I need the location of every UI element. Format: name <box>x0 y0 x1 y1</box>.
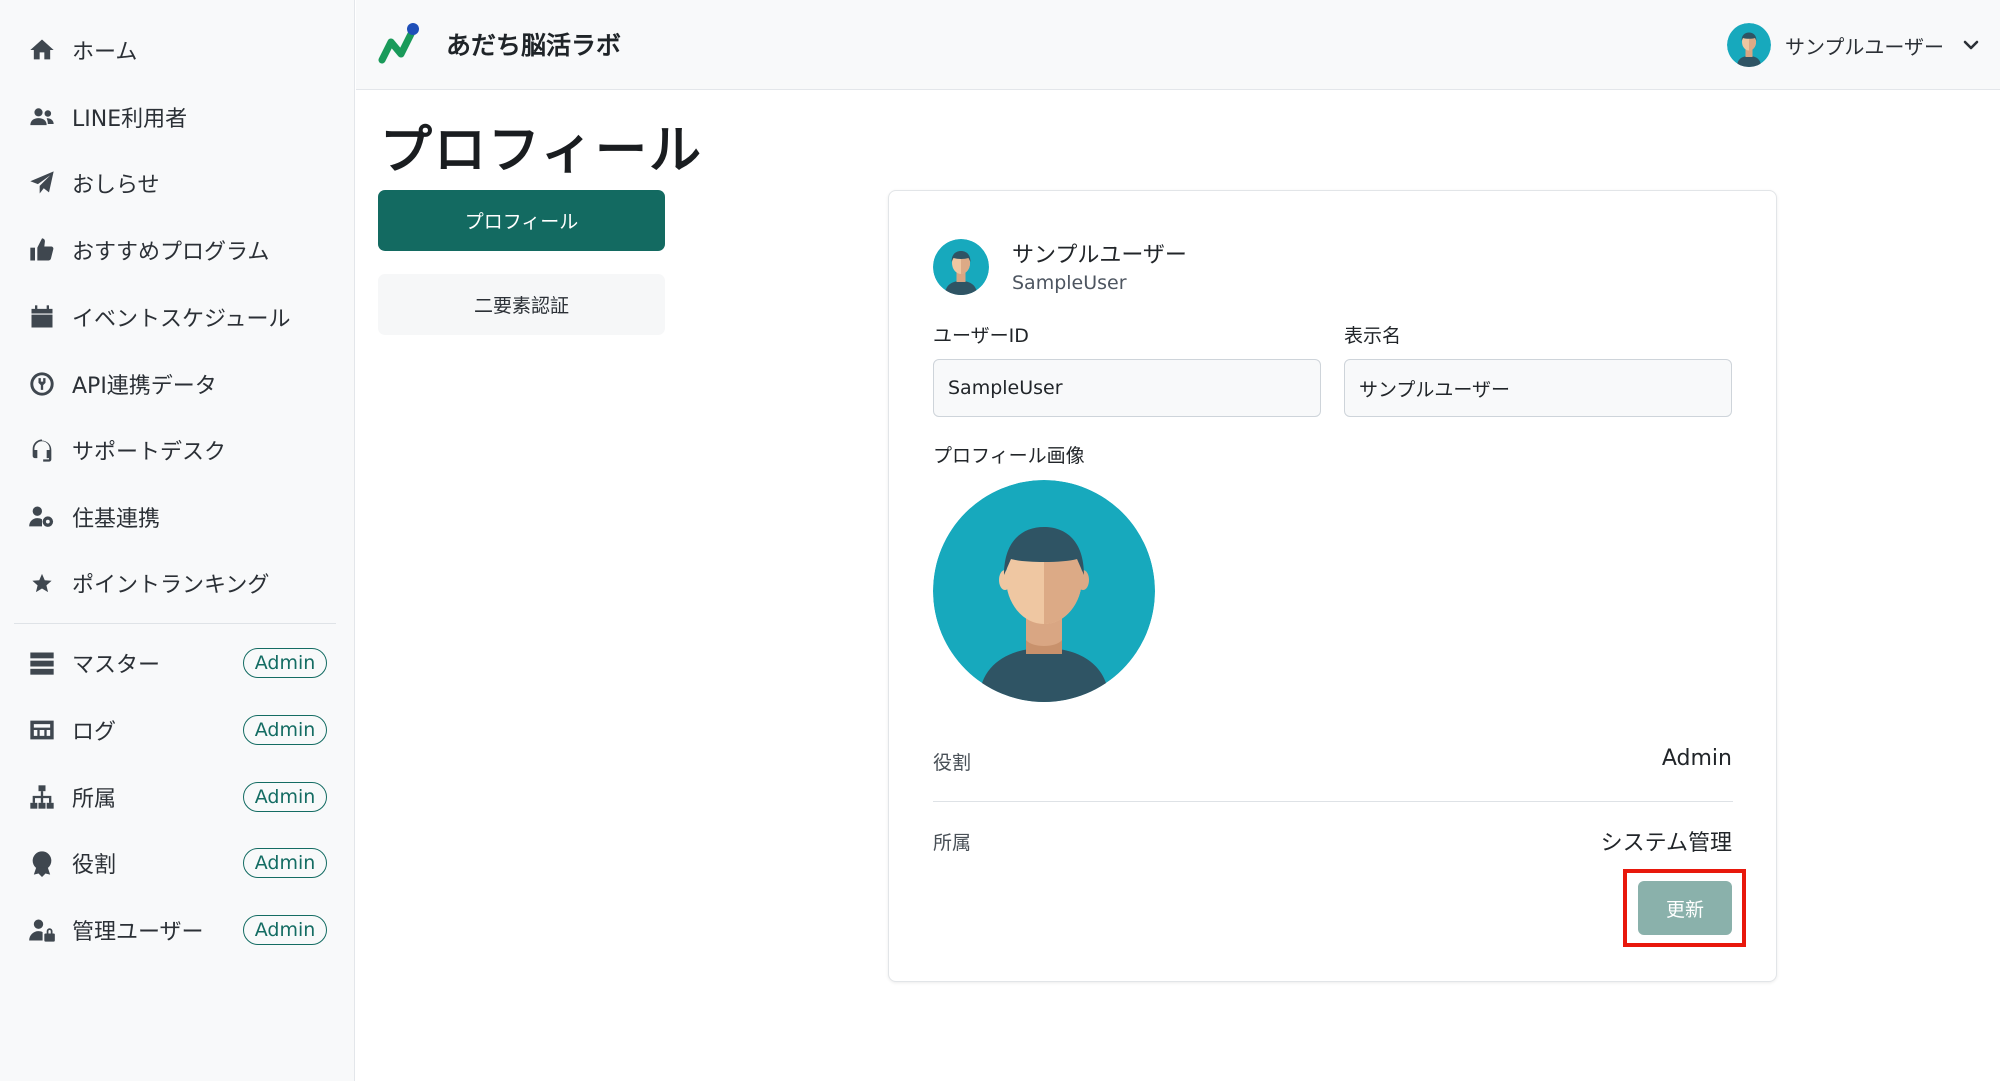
display-name-field[interactable] <box>1344 359 1732 417</box>
affiliation-value: システム管理 <box>1600 831 1732 856</box>
admin-badge: Admin <box>243 782 327 812</box>
role-label: 役割 <box>933 752 972 774</box>
profile-user-id: SampleUser <box>1012 272 1127 294</box>
admin-badge: Admin <box>243 715 327 745</box>
sidebar-item-label: おしらせ <box>72 173 160 198</box>
star-icon <box>26 567 58 599</box>
sidebar-item-label: ポイントランキング <box>72 573 270 598</box>
affiliation-label: 所属 <box>933 832 972 854</box>
sidebar: ホーム LINE利用者 おしらせ おすすめプログラム イベントスケジュール AP… <box>0 0 355 1081</box>
sidebar-item-recommended-programs[interactable]: おすすめプログラム <box>0 222 355 278</box>
user-avatar <box>1727 23 1771 67</box>
sidebar-item-admin-users[interactable]: 管理ユーザー Admin <box>0 902 355 958</box>
sidebar-item-label: 管理ユーザー <box>72 920 204 945</box>
award-icon <box>26 847 58 879</box>
home-icon <box>26 34 58 66</box>
log-icon <box>26 714 58 746</box>
admin-badge: Admin <box>243 915 327 945</box>
chevron-down-icon <box>1963 40 1979 50</box>
headset-icon <box>26 434 58 466</box>
server-icon <box>26 647 58 679</box>
paper-plane-icon <box>26 167 58 199</box>
profile-card: サンプルユーザー SampleUser ユーザーID 表示名 プロフィール画像 … <box>888 190 1777 982</box>
sidebar-item-label: 住基連携 <box>72 507 161 532</box>
top-header: あだち脳活ラボ サンプルユーザー <box>356 0 2000 90</box>
display-name-label: 表示名 <box>1344 325 1402 347</box>
sidebar-item-announcements[interactable]: おしらせ <box>0 155 355 211</box>
sidebar-item-api-data[interactable]: API連携データ <box>0 356 355 412</box>
plug-icon <box>26 368 58 400</box>
user-name: サンプルユーザー <box>1785 34 1944 59</box>
profile-display-name: サンプルユーザー <box>1012 243 1187 268</box>
sidebar-item-label: サポートデスク <box>72 440 227 465</box>
sidebar-item-logs[interactable]: ログ Admin <box>0 702 355 758</box>
page-title: プロフィール <box>380 121 703 181</box>
sidebar-divider <box>14 623 336 624</box>
sidebar-item-label: ホーム <box>72 40 138 65</box>
sidebar-item-label: ログ <box>72 720 117 745</box>
app-logo-icon <box>378 23 419 64</box>
sidebar-item-label: 所属 <box>72 787 117 812</box>
sidebar-item-master[interactable]: マスター Admin <box>0 635 355 691</box>
avatar <box>933 239 989 295</box>
tab-profile[interactable]: プロフィール <box>378 190 665 251</box>
sidebar-item-home[interactable]: ホーム <box>0 22 355 78</box>
profile-image[interactable] <box>933 480 1155 702</box>
user-id-field[interactable] <box>933 359 1321 417</box>
thumbs-up-icon <box>26 234 58 266</box>
sidebar-item-event-schedule[interactable]: イベントスケジュール <box>0 289 355 345</box>
sidebar-item-line-users[interactable]: LINE利用者 <box>0 89 355 145</box>
sidebar-item-affiliation[interactable]: 所属 Admin <box>0 769 355 825</box>
tab-two-factor-auth[interactable]: 二要素認証 <box>378 274 665 335</box>
sidebar-item-label: API連携データ <box>72 374 217 399</box>
user-lock-icon <box>26 914 58 946</box>
user-menu[interactable]: サンプルユーザー <box>1727 22 1980 68</box>
sidebar-item-label: 役割 <box>72 853 117 878</box>
user-gear-icon <box>26 501 58 533</box>
sitemap-icon <box>26 781 58 813</box>
info-divider <box>933 801 1733 802</box>
role-value: Admin <box>1661 746 1732 771</box>
sidebar-item-label: マスター <box>72 653 161 678</box>
sidebar-item-label: イベントスケジュール <box>72 307 291 332</box>
sidebar-item-label: LINE利用者 <box>72 107 188 132</box>
admin-badge: Admin <box>243 648 327 678</box>
sidebar-item-roles[interactable]: 役割 Admin <box>0 835 355 891</box>
profile-image-label: プロフィール画像 <box>933 445 1085 467</box>
users-icon <box>26 101 58 133</box>
sidebar-item-point-ranking[interactable]: ポイントランキング <box>0 555 355 611</box>
update-button[interactable]: 更新 <box>1638 881 1732 935</box>
sidebar-item-resident-registry[interactable]: 住基連携 <box>0 489 355 545</box>
sidebar-item-support-desk[interactable]: サポートデスク <box>0 422 355 478</box>
calendar-icon <box>26 301 58 333</box>
app-title: あだち脳活ラボ <box>446 31 622 60</box>
admin-badge: Admin <box>243 848 327 878</box>
user-id-label: ユーザーID <box>933 325 1029 347</box>
sidebar-item-label: おすすめプログラム <box>72 240 270 265</box>
